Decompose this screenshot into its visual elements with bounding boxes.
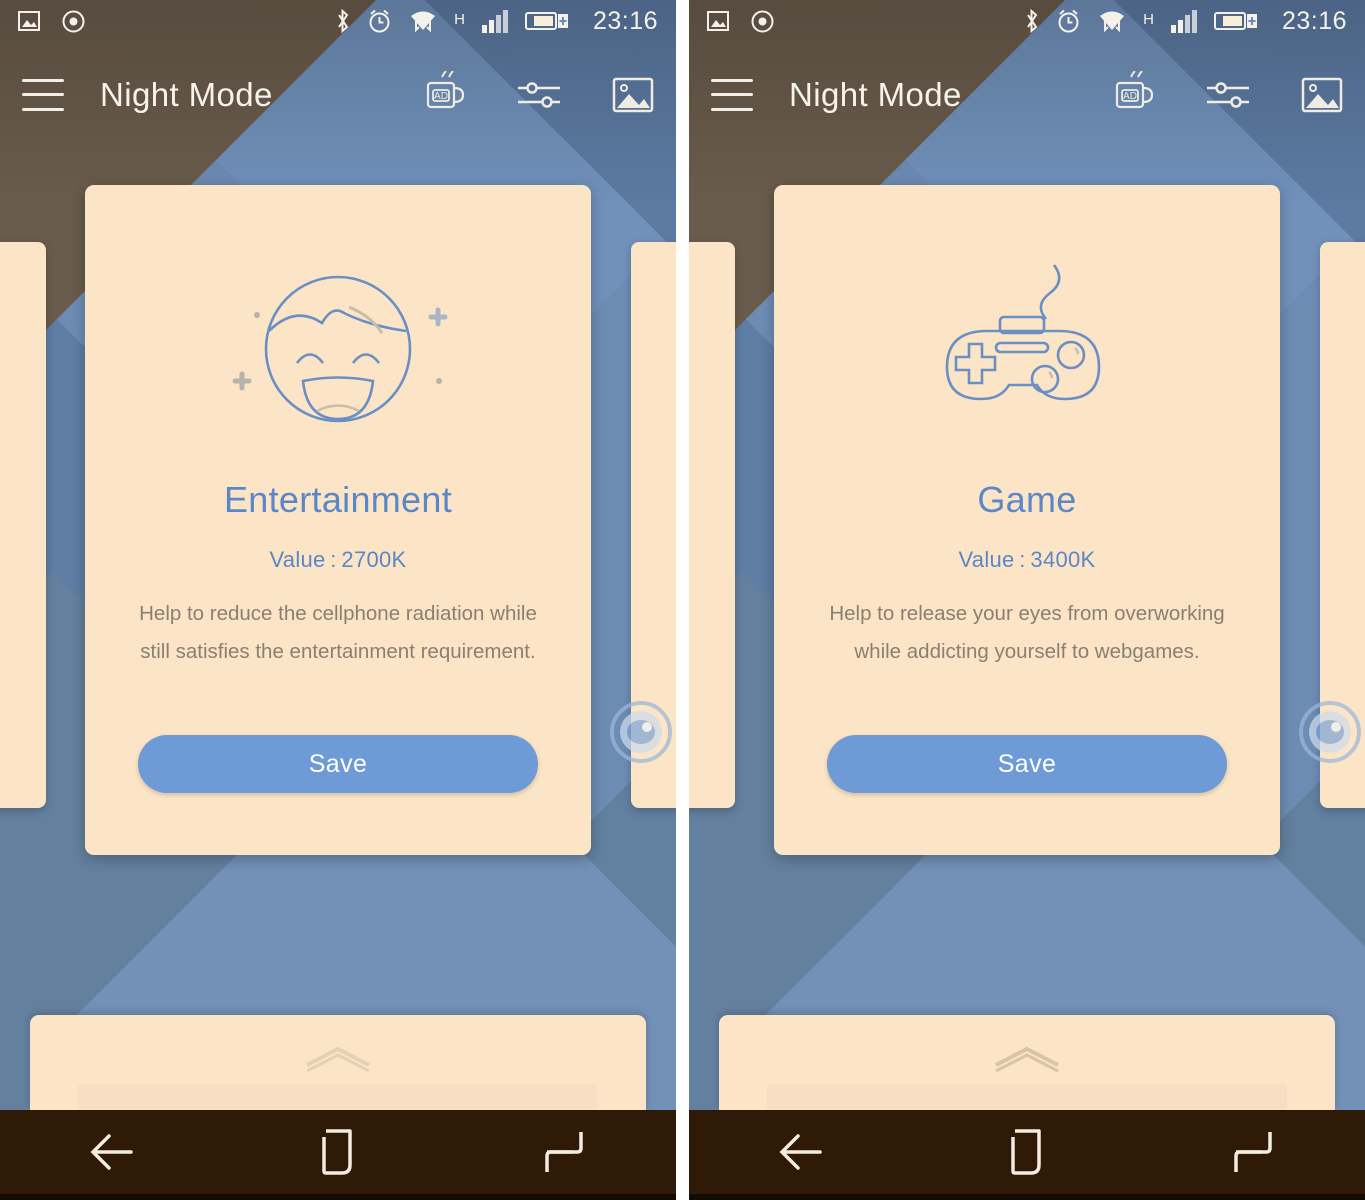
bottom-sheet-panel[interactable] xyxy=(30,1015,646,1110)
mode-value: Value : 2700K xyxy=(269,547,407,572)
mode-card-game: Game Value : 3400K Help to release your … xyxy=(774,185,1280,855)
image-notification-icon xyxy=(18,11,40,31)
mode-carousel[interactable]: Game Value : 3400K Help to release your … xyxy=(689,147,1365,907)
mode-value: Value : 3400K xyxy=(958,547,1096,572)
phone-screen-left: H 23:16 Night Mode AD Entertainment Valu… xyxy=(0,0,676,1200)
status-bar-clock: 23:16 xyxy=(1281,6,1347,35)
status-bar: H 23:16 xyxy=(689,0,1365,42)
page-title: Night Mode xyxy=(789,75,962,113)
wifi-icon xyxy=(408,8,438,34)
network-type-label: H xyxy=(1143,10,1154,28)
phone-divider-gap xyxy=(676,0,689,1200)
mode-card-entertainment: Entertainment Value : 2700K Help to redu… xyxy=(85,185,591,855)
chevron-up-icon[interactable] xyxy=(990,1043,1064,1078)
mode-title: Game xyxy=(977,479,1077,520)
svg-text:AD: AD xyxy=(434,91,448,102)
bottom-sheet-strip xyxy=(767,1084,1287,1110)
signal-icon xyxy=(481,9,509,33)
alarm-icon xyxy=(1056,8,1081,34)
signal-icon xyxy=(1170,9,1198,33)
mode-carousel[interactable]: Entertainment Value : 2700K Help to redu… xyxy=(0,147,676,907)
eye-floating-button[interactable] xyxy=(609,700,673,764)
eye-notification-icon xyxy=(751,10,774,33)
carousel-peek-card-previous[interactable] xyxy=(689,242,735,808)
bluetooth-icon xyxy=(334,8,351,34)
save-button[interactable]: Save xyxy=(138,735,538,793)
nav-recents-button[interactable] xyxy=(503,1126,623,1178)
nav-home-button[interactable] xyxy=(967,1125,1087,1179)
nav-back-button[interactable] xyxy=(742,1126,862,1178)
hamburger-menu-icon[interactable] xyxy=(711,78,753,111)
system-nav-bar xyxy=(0,1110,676,1200)
svg-text:AD: AD xyxy=(1123,91,1137,102)
settings-sliders-icon[interactable] xyxy=(1205,77,1251,113)
bottom-sheet-panel[interactable] xyxy=(719,1015,1335,1110)
status-bar: H 23:16 xyxy=(0,0,676,42)
alarm-icon xyxy=(367,8,392,34)
nav-recents-button[interactable] xyxy=(1192,1126,1312,1178)
nav-back-button[interactable] xyxy=(53,1126,173,1178)
settings-sliders-icon[interactable] xyxy=(516,77,562,113)
wifi-icon xyxy=(1097,8,1127,34)
battery-icon xyxy=(524,10,569,32)
gamepad-icon xyxy=(882,257,1172,437)
eye-notification-icon xyxy=(62,10,85,33)
mode-description: Help to release your eyes from overworki… xyxy=(829,602,1225,663)
remove-ads-coffee-icon[interactable]: AD xyxy=(1109,70,1155,119)
image-notification-icon xyxy=(707,11,729,31)
remove-ads-coffee-icon[interactable]: AD xyxy=(420,70,466,119)
gallery-image-icon[interactable] xyxy=(1301,76,1343,114)
mode-description: Help to reduce the cellphone radiation w… xyxy=(139,602,537,663)
app-toolbar: Night Mode AD xyxy=(689,42,1365,147)
app-toolbar: Night Mode AD xyxy=(0,42,676,147)
smiling-face-icon xyxy=(193,257,483,437)
dual-phone-screenshot: H 23:16 Night Mode AD Entertainment Valu… xyxy=(0,0,1365,1200)
bluetooth-icon xyxy=(1023,8,1040,34)
eye-floating-button[interactable] xyxy=(1298,700,1362,764)
gallery-image-icon[interactable] xyxy=(612,76,654,114)
chevron-up-icon[interactable] xyxy=(301,1043,375,1078)
bottom-sheet-strip xyxy=(78,1084,598,1110)
phone-screen-right: H 23:16 Night Mode AD Game Value: 3400K… xyxy=(689,0,1365,1200)
system-nav-bar xyxy=(689,1110,1365,1200)
nav-home-button[interactable] xyxy=(278,1125,398,1179)
mode-title: Entertainment xyxy=(223,479,453,520)
page-title: Night Mode xyxy=(100,75,273,113)
save-button[interactable]: Save xyxy=(827,735,1227,793)
hamburger-menu-icon[interactable] xyxy=(22,78,64,111)
network-type-label: H xyxy=(454,10,465,28)
battery-icon xyxy=(1213,10,1258,32)
status-bar-clock: 23:16 xyxy=(592,6,658,35)
carousel-peek-card-previous[interactable] xyxy=(0,242,46,808)
